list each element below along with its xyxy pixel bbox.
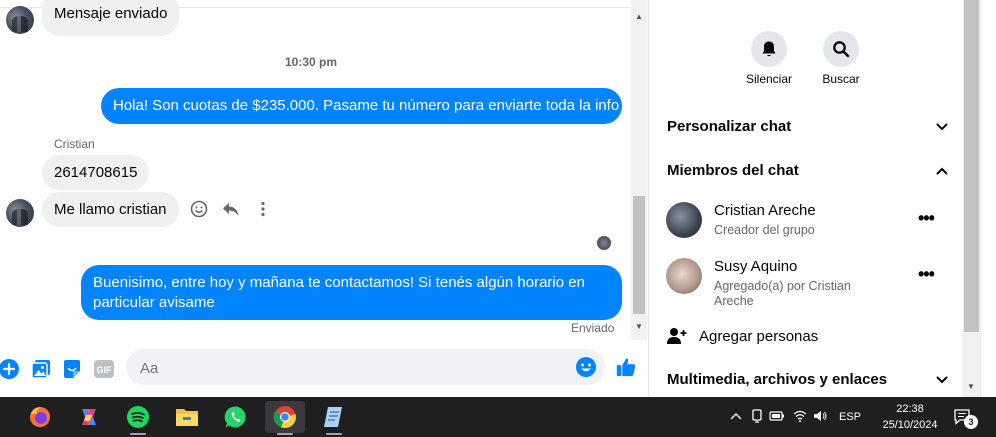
thumbs-up-icon[interactable]	[615, 356, 637, 378]
chevron-up-icon[interactable]	[729, 411, 743, 423]
scrollbar-thumb[interactable]	[964, 0, 979, 332]
react-emoji-icon[interactable]	[188, 198, 210, 220]
system-clock[interactable]: 22:38 25/10/2024	[876, 401, 944, 433]
language-indicator[interactable]: ESP	[839, 411, 861, 423]
scroll-down-icon[interactable]: ▼	[967, 382, 975, 391]
running-indicator	[130, 433, 146, 435]
file-explorer-icon[interactable]	[167, 401, 207, 433]
avatar[interactable]	[6, 6, 34, 34]
gif-icon[interactable]: GIF	[93, 358, 115, 380]
notepad-icon[interactable]	[314, 401, 354, 435]
more-options-icon[interactable]	[252, 198, 274, 220]
message-timestamp: 10:30 pm	[284, 55, 338, 69]
section-title: Personalizar chat	[667, 118, 792, 135]
section-title: Multimedia, archivos y enlaces	[667, 371, 888, 388]
message-bubble-incoming[interactable]: 2614708615	[42, 155, 150, 190]
message-input[interactable]	[138, 349, 562, 387]
clock-time: 22:38	[896, 403, 924, 415]
info-panel-scrollbar[interactable]: ▼	[963, 0, 980, 397]
message-text: Mensaje enviado	[54, 5, 168, 22]
member-row[interactable]: Susy Aquino Agregado(a) por Cristian Are…	[666, 258, 956, 312]
message-bubble-outgoing[interactable]: Hola! Son cuotas de $235.000. Pasame tu …	[101, 88, 622, 124]
member-more-options-icon[interactable]: •••	[918, 264, 935, 285]
photo-icon[interactable]	[30, 358, 52, 380]
notifications-button[interactable]: 3	[954, 397, 978, 437]
firefox-icon[interactable]	[20, 401, 60, 433]
chat-info-panel: Silenciar Buscar Personalizar chat Miemb…	[649, 0, 963, 397]
system-tray: ESP	[729, 397, 861, 437]
spotify-icon[interactable]	[118, 401, 158, 435]
whatsapp-icon[interactable]	[216, 401, 256, 433]
message-text: particular avisame	[93, 294, 215, 311]
avatar[interactable]	[6, 199, 34, 227]
battery-icon[interactable]	[769, 410, 785, 424]
chevron-up-icon	[936, 167, 948, 175]
message-text: Me llamo cristian	[54, 201, 167, 218]
section-media-files-links[interactable]: Multimedia, archivos y enlaces	[667, 371, 949, 388]
clock-date: 25/10/2024	[882, 419, 938, 431]
message-composer: GIF	[0, 340, 647, 397]
chat-panel: Mensaje enviado 10:30 pm Hola! Son cuota…	[0, 0, 631, 397]
chevron-down-icon	[936, 375, 948, 383]
message-text: 2614708615	[54, 164, 138, 181]
message-bubble-outgoing[interactable]: Buenisimo, entre hoy y mañana te contact…	[81, 265, 622, 320]
emoji-icon[interactable]	[575, 356, 597, 378]
scrollbar-thumb[interactable]	[633, 196, 645, 314]
add-plus-icon[interactable]	[0, 358, 20, 380]
sender-name: Cristian	[54, 137, 95, 151]
avatar	[666, 202, 702, 238]
running-indicator	[326, 433, 342, 435]
add-people-label: Agregar personas	[699, 327, 819, 345]
compose-box	[126, 349, 605, 387]
message-bubble-incoming[interactable]: Me llamo cristian	[42, 192, 179, 227]
message-actions	[188, 198, 274, 220]
scroll-up-icon[interactable]: ▲	[635, 12, 643, 21]
svg-text:GIF: GIF	[97, 365, 113, 375]
chrome-icon[interactable]	[265, 401, 305, 435]
message-text: Hola! Son cuotas de $235.000. Pasame tu …	[113, 97, 620, 114]
section-chat-members[interactable]: Miembros del chat	[667, 162, 949, 179]
running-indicator	[277, 433, 293, 435]
scroll-down-icon[interactable]: ▼	[635, 322, 643, 331]
reply-icon[interactable]	[220, 198, 242, 220]
chevron-down-icon	[936, 122, 948, 130]
volume-icon[interactable]	[813, 410, 827, 425]
search-label: Buscar	[822, 72, 860, 86]
add-person-icon	[667, 328, 687, 344]
member-role: Agregado(a) por Cristian Areche	[714, 279, 851, 308]
sticker-icon[interactable]	[61, 358, 83, 380]
member-role: Creador del grupo	[714, 223, 815, 237]
search-icon	[833, 41, 850, 58]
seen-indicator-avatar	[597, 236, 611, 250]
section-customize-chat[interactable]: Personalizar chat	[667, 118, 949, 135]
message-bubble-incoming[interactable]: Mensaje enviado	[42, 0, 180, 36]
windows-taskbar: ESP 22:38 25/10/2024 3	[0, 397, 996, 437]
message-text: Buenisimo, entre hoy y mañana te contact…	[93, 274, 585, 291]
chat-scrollbar[interactable]: ▲ ▼	[631, 0, 647, 340]
member-name: Susy Aquino	[714, 258, 798, 275]
window-edge	[980, 0, 996, 397]
add-people-button[interactable]: Agregar personas	[667, 327, 949, 345]
search-button[interactable]	[823, 31, 859, 67]
wifi-icon[interactable]	[793, 410, 807, 425]
mute-label: Silenciar	[745, 72, 793, 86]
member-more-options-icon[interactable]: •••	[918, 208, 935, 229]
member-row[interactable]: Cristian Areche Creador del grupo •••	[666, 202, 956, 242]
section-title: Miembros del chat	[667, 162, 799, 179]
member-name: Cristian Areche	[714, 202, 816, 219]
delivery-status: Enviado	[571, 321, 615, 335]
bell-icon	[762, 41, 776, 57]
copilot-icon[interactable]	[69, 401, 109, 433]
mute-button[interactable]	[751, 31, 787, 67]
device-icon[interactable]	[751, 408, 763, 426]
notification-count-badge: 3	[964, 415, 978, 429]
avatar	[666, 258, 702, 294]
